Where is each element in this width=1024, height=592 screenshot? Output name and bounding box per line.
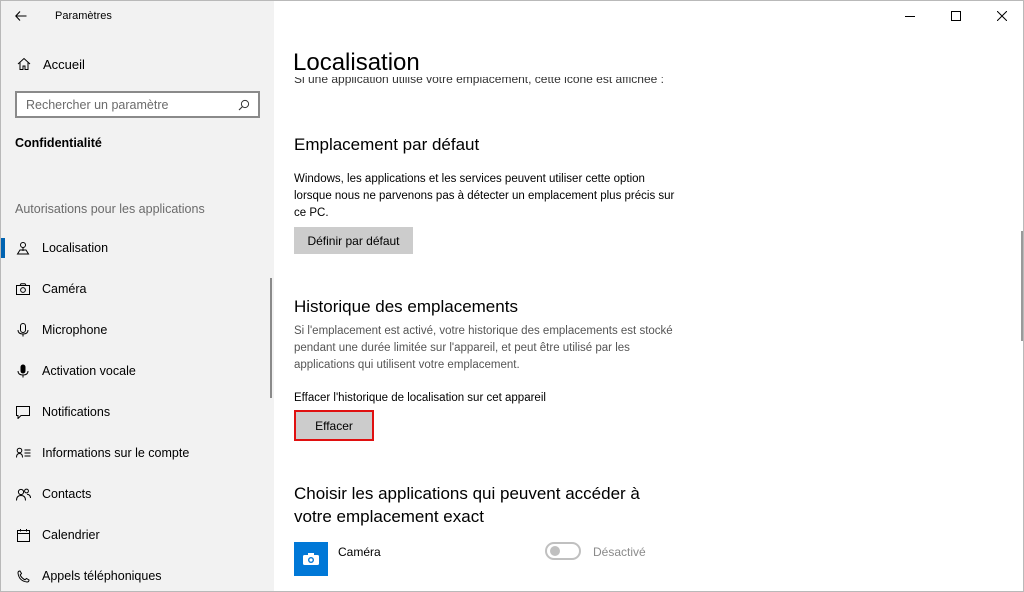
home-label: Accueil — [43, 56, 85, 72]
app-row-camera: Caméra Désactivé — [294, 542, 654, 576]
sidebar-item-voice-activation[interactable]: Activation vocale — [1, 351, 274, 391]
minimize-icon — [905, 16, 915, 17]
sidebar-scrollbar[interactable] — [270, 278, 272, 398]
contacts-icon — [14, 488, 32, 501]
sidebar-item-microphone[interactable]: Microphone — [1, 310, 274, 350]
sidebar-item-camera[interactable]: Caméra — [1, 269, 274, 309]
microphone-icon — [14, 323, 32, 337]
sidebar-item-phone-calls[interactable]: Appels téléphoniques — [1, 556, 274, 591]
sidebar-item-label: Calendrier — [42, 528, 100, 542]
sidebar-item-label: Contacts — [42, 487, 92, 501]
page-title: Localisation — [293, 49, 420, 76]
sidebar-item-account-info[interactable]: Informations sur le compte — [1, 433, 274, 473]
title-bar: Paramètres — [1, 1, 274, 31]
apps-heading: Choisir les applications qui peuvent acc… — [294, 484, 640, 526]
calendar-icon — [14, 528, 32, 542]
sidebar-item-localisation[interactable]: Localisation — [1, 228, 274, 268]
camera-icon — [14, 283, 32, 295]
toggle-state-label: Désactivé — [593, 545, 646, 559]
sidebar: Paramètres Accueil Rechercher un paramèt… — [1, 1, 274, 591]
sidebar-item-label: Activation vocale — [42, 364, 136, 378]
close-button[interactable] — [979, 1, 1023, 31]
group-label: Autorisations pour les applications — [15, 202, 205, 216]
search-placeholder: Rechercher un paramètre — [26, 97, 169, 112]
sidebar-item-label: Notifications — [42, 405, 111, 419]
app-name: Caméra — [338, 545, 381, 559]
account-info-icon — [14, 447, 32, 459]
clear-history-label: Effacer l'historique de localisation sur… — [294, 392, 546, 404]
sidebar-item-home[interactable]: Accueil — [1, 51, 274, 77]
close-icon — [997, 11, 1007, 21]
search-input[interactable]: Rechercher un paramètre — [15, 91, 260, 118]
history-heading: Historique des emplacements — [294, 297, 518, 316]
search-icon[interactable] — [234, 99, 254, 111]
back-button[interactable] — [1, 1, 41, 31]
home-icon — [14, 57, 34, 71]
sidebar-item-calendar[interactable]: Calendrier — [1, 515, 274, 555]
section-title: Confidentialité — [15, 136, 102, 150]
maximize-icon — [951, 11, 961, 21]
location-icon-info-text: Si une application utilise votre emplace… — [294, 77, 664, 86]
maximize-button[interactable] — [933, 1, 979, 31]
voice-activation-icon — [14, 364, 32, 378]
sidebar-item-label: Caméra — [42, 282, 87, 296]
camera-app-icon — [294, 542, 328, 576]
notifications-icon — [14, 405, 32, 419]
history-description: Si l'emplacement est activé, votre histo… — [294, 325, 673, 371]
sidebar-item-notifications[interactable]: Notifications — [1, 392, 274, 432]
sidebar-item-label: Microphone — [42, 323, 108, 337]
set-default-button[interactable]: Définir par défaut — [294, 227, 413, 254]
clear-button[interactable]: Effacer — [294, 410, 374, 441]
default-location-description: Windows, les applications et les service… — [294, 173, 675, 219]
app-title: Paramètres — [55, 10, 112, 22]
settings-window: Paramètres Accueil Rechercher un paramèt… — [0, 0, 1024, 592]
main-scrollbar[interactable] — [1021, 231, 1023, 341]
back-arrow-icon — [15, 11, 27, 21]
default-location-heading: Emplacement par défaut — [294, 135, 480, 154]
sidebar-item-label: Appels téléphoniques — [42, 569, 162, 583]
sidebar-item-contacts[interactable]: Contacts — [1, 474, 274, 514]
camera-location-toggle[interactable] — [545, 542, 581, 560]
window-controls — [887, 1, 1023, 31]
main-content: Localisation Si une application utilise … — [274, 1, 1023, 591]
toggle-knob — [550, 546, 560, 556]
phone-icon — [14, 569, 32, 583]
sidebar-item-label: Localisation — [42, 241, 109, 255]
location-icon — [14, 241, 32, 255]
sidebar-item-label: Informations sur le compte — [42, 446, 190, 460]
minimize-button[interactable] — [887, 1, 933, 31]
selection-indicator — [1, 238, 5, 258]
